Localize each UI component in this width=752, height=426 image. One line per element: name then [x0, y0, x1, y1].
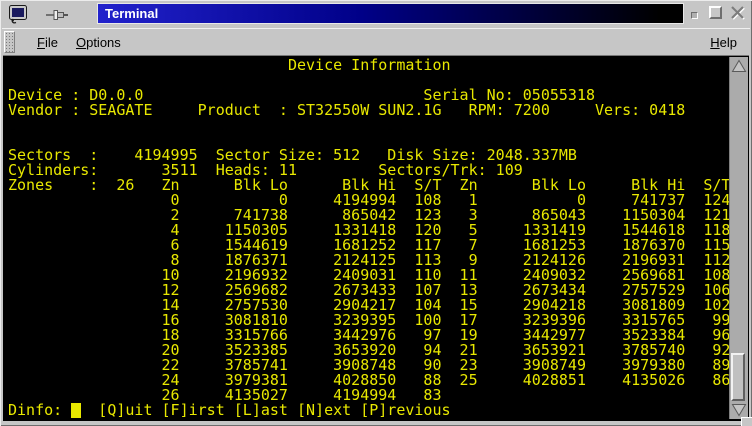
menubar: File Options Help — [2, 28, 750, 55]
minimize-button[interactable] — [691, 12, 698, 19]
close-button[interactable] — [729, 4, 747, 22]
scrollbar[interactable] — [729, 57, 748, 419]
maximize-button[interactable] — [709, 6, 722, 19]
scrollbar-thumb[interactable] — [731, 353, 745, 401]
terminal-line: Dinfo: [Q]uit [F]irst [L]ast [N]ext [P]r… — [8, 403, 729, 418]
terminal-line: Vendor : SEAGATE Product : ST32550W SUN2… — [8, 103, 729, 118]
terminal-line — [8, 118, 729, 133]
pushpin-icon[interactable] — [44, 8, 70, 22]
menubar-grip[interactable] — [4, 31, 15, 53]
titlebar[interactable]: Terminal — [0, 0, 752, 28]
scroll-up-arrow-icon[interactable] — [730, 58, 748, 74]
resize-corner[interactable] — [741, 417, 752, 426]
titlebar-gradient[interactable]: Terminal — [97, 3, 684, 24]
text-cursor — [71, 403, 81, 418]
menu-file[interactable]: File — [32, 32, 63, 53]
terminal-screen[interactable]: Device Information Device : D0.0.0 Seria… — [3, 55, 749, 421]
terminal-app-icon[interactable] — [7, 4, 29, 24]
scroll-down-arrow-icon[interactable] — [730, 402, 748, 418]
menu-options[interactable]: Options — [71, 32, 126, 53]
terminal-text: Device Information Device : D0.0.0 Seria… — [8, 58, 729, 418]
terminal-line: Device Information — [8, 58, 729, 73]
terminal-window: Terminal File Options Help Device Inform… — [0, 0, 752, 426]
window-title: Terminal — [98, 4, 158, 23]
menu-help[interactable]: Help — [705, 32, 742, 53]
